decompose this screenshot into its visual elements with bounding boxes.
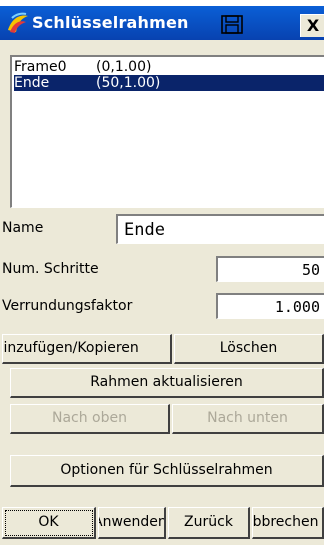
close-icon: X (306, 16, 320, 35)
close-button[interactable]: X (300, 14, 324, 37)
move-down-label: Nach unten (207, 410, 288, 426)
keyframe-name: Frame0 (14, 59, 67, 75)
back-button[interactable]: Zurück (168, 507, 250, 539)
list-item-selected[interactable]: Ende (50,1.00) (14, 75, 324, 91)
steps-label: Num. Schritte (2, 261, 99, 277)
update-frame-button[interactable]: Rahmen aktualisieren (10, 368, 324, 398)
add-copy-label: Hinzufügen/Kopieren (2, 340, 139, 356)
cancel-label: Abbrechen (252, 514, 319, 530)
add-copy-button[interactable]: Hinzufügen/Kopieren (2, 334, 172, 364)
steps-field[interactable]: 50 (216, 256, 324, 282)
title-bar[interactable]: Schlüsselrahmen X (0, 6, 324, 40)
keyframe-name: Ende (14, 75, 50, 91)
keyframe-options-label: Optionen für Schlüsselrahmen (60, 462, 273, 478)
ok-button[interactable]: OK (2, 507, 96, 539)
rounding-field[interactable]: 1.000 (216, 293, 324, 319)
name-field[interactable]: Ende (116, 214, 324, 244)
name-label: Name (2, 220, 44, 236)
move-down-button[interactable]: Nach unten (172, 404, 324, 434)
delete-button[interactable]: Löschen (174, 334, 324, 364)
rounding-label: Verrundungsfaktor (2, 298, 133, 314)
update-frame-label: Rahmen aktualisieren (90, 374, 243, 390)
move-up-button[interactable]: Nach oben (10, 404, 170, 434)
save-icon[interactable] (219, 14, 245, 36)
keyframe-value: (50,1.00) (96, 75, 161, 91)
list-item[interactable]: Frame0 (0,1.00) (14, 59, 324, 75)
window-title: Schlüsselrahmen (32, 13, 189, 32)
cancel-button[interactable]: Abbrechen (252, 507, 324, 539)
move-up-label: Nach oben (51, 410, 127, 426)
back-label: Zurück (184, 514, 233, 530)
delete-label: Löschen (219, 340, 278, 356)
keyframe-list[interactable]: Frame0 (0,1.00) Ende (50,1.00) (10, 55, 324, 208)
keyframe-options-button[interactable]: Optionen für Schlüsselrahmen (10, 455, 324, 487)
app-icon (8, 12, 28, 33)
apply-button[interactable]: Anwenden (98, 507, 166, 539)
apply-label: Anwenden (98, 514, 166, 530)
ok-label: OK (38, 514, 59, 530)
keyframe-value: (0,1.00) (96, 59, 152, 75)
